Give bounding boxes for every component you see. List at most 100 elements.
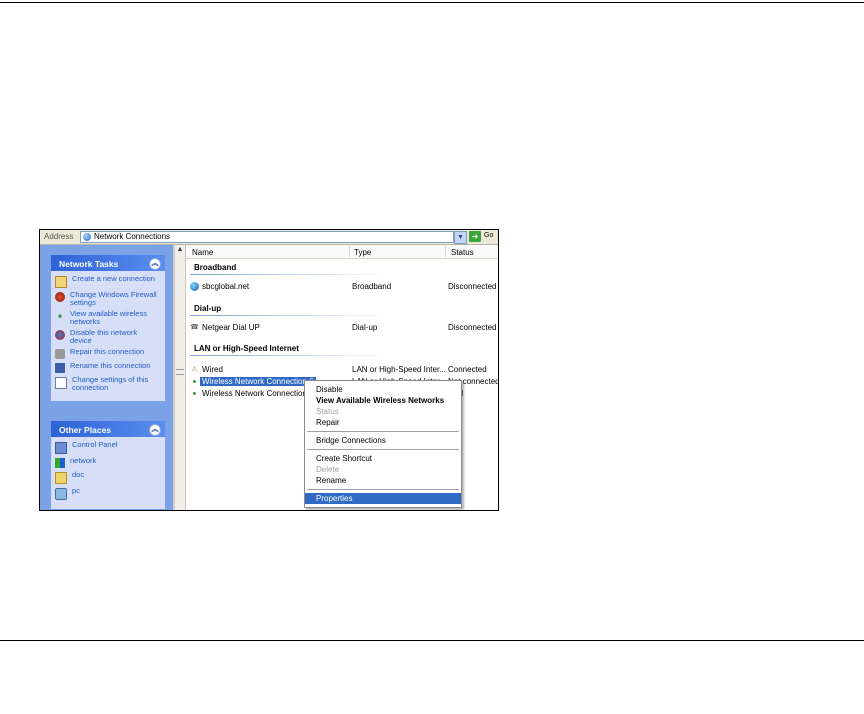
connection-row-sbcglobal[interactable]: sbcglobal.net Broadband Disconnected <box>186 281 498 292</box>
group-divider <box>190 274 390 275</box>
place-label: pc <box>72 486 80 495</box>
place-doc[interactable]: doc <box>55 471 161 484</box>
go-label[interactable]: Go <box>484 232 493 239</box>
task-repair-connection[interactable]: Repair this connection <box>55 348 161 359</box>
address-input[interactable]: Network Connections <box>80 231 454 243</box>
chevron-down-icon: ▼ <box>457 234 464 241</box>
go-arrow-icon: ➜ <box>471 232 479 241</box>
connection-type: Dial-up <box>352 323 378 332</box>
network-tasks-header[interactable]: Network Tasks ︽ <box>51 255 165 271</box>
connection-status: Disconnected <box>448 282 497 291</box>
menu-separator <box>307 489 459 490</box>
new-connection-icon <box>55 276 67 288</box>
go-button[interactable]: ➜ <box>469 231 481 242</box>
connection-row-netgear-dialup[interactable]: ☎ Netgear Dial UP Dial-up Disconnected <box>186 322 498 333</box>
top-rule <box>0 2 864 3</box>
place-network[interactable]: network <box>55 457 161 468</box>
address-bar: Address Network Connections ▼ ➜ Go <box>40 230 498 245</box>
settings-icon <box>55 377 67 389</box>
menu-item-label: Properties <box>316 494 353 503</box>
menu-item-properties[interactable]: Properties <box>305 493 461 504</box>
menu-item-repair[interactable]: Repair <box>305 417 461 428</box>
menu-separator <box>307 449 459 450</box>
connection-name: sbcglobal.net <box>202 282 250 291</box>
connection-name: Wireless Network Connection 6 <box>200 377 316 386</box>
network-tasks-panel: Network Tasks ︽ Create a new connection … <box>51 255 165 401</box>
group-broadband: Broadband <box>194 263 237 272</box>
group-divider <box>190 315 390 316</box>
network-connections-window: Address Network Connections ▼ ➜ Go Netwo… <box>39 229 499 511</box>
task-firewall-settings[interactable]: Change Windows Firewall settings <box>55 291 161 307</box>
network-places-icon <box>55 458 65 468</box>
connection-row-wired[interactable]: ⚠ Wired LAN or High-Speed Inter... Conne… <box>186 364 498 375</box>
address-label: Address <box>44 232 74 241</box>
menu-item-delete: Delete <box>305 464 461 475</box>
wireless-icon: ⦁ <box>192 378 197 385</box>
menu-item-label: Disable <box>316 385 343 394</box>
connection-name: Netgear Dial UP <box>202 323 260 332</box>
group-dialup: Dial-up <box>194 304 222 313</box>
repair-icon <box>55 349 65 359</box>
network-connections-icon <box>83 233 91 241</box>
place-control-panel[interactable]: Control Panel <box>55 441 161 454</box>
other-places-header[interactable]: Other Places ︽ <box>51 421 165 437</box>
task-label: Rename this connection <box>70 361 151 370</box>
chevron-up-icon[interactable]: ▲ <box>175 245 185 255</box>
task-label: Disable this network device <box>70 328 138 345</box>
menu-item-label: Delete <box>316 465 340 474</box>
other-places-title: Other Places <box>59 425 111 435</box>
connection-name: Wired <box>202 365 223 374</box>
menu-separator <box>307 431 459 432</box>
menu-item-label: Create Shortcut <box>316 454 373 463</box>
task-disable-device[interactable]: Disable this network device <box>55 329 161 345</box>
menu-item-disable[interactable]: Disable <box>305 384 461 395</box>
wired-icon: ⚠ <box>191 366 198 373</box>
place-pc[interactable]: pc <box>55 487 161 500</box>
task-label: Create a new connection <box>72 274 155 283</box>
connection-type: Broadband <box>352 282 392 291</box>
other-places-panel: Other Places ︽ Control Panel network doc <box>51 421 165 509</box>
menu-item-label: View Available Wireless Networks <box>316 396 445 405</box>
wireless-icon: ⦁ <box>58 311 62 320</box>
task-view-wireless[interactable]: ⦁ View available wireless networks <box>55 310 161 326</box>
task-label: View available wireless networks <box>70 309 147 326</box>
menu-item-rename[interactable]: Rename <box>305 475 461 486</box>
collapse-icon[interactable]: ︽ <box>149 258 161 270</box>
menu-item-label: Repair <box>316 418 340 427</box>
column-divider[interactable] <box>349 246 350 257</box>
task-rename-connection[interactable]: Rename this connection <box>55 362 161 373</box>
address-value: Network Connections <box>94 232 171 241</box>
address-dropdown-button[interactable]: ▼ <box>454 231 467 244</box>
column-type[interactable]: Type <box>354 248 371 257</box>
task-label: Change Windows Firewall settings <box>70 290 157 307</box>
place-label: doc <box>72 470 85 479</box>
column-name[interactable]: Name <box>192 248 213 257</box>
firewall-icon <box>55 292 65 302</box>
folder-icon <box>55 472 67 484</box>
collapse-icon[interactable]: ︽ <box>149 424 161 436</box>
task-change-settings[interactable]: Change settings of this connection <box>55 376 161 392</box>
column-status[interactable]: Status <box>451 248 474 257</box>
task-pane: Network Tasks ︽ Create a new connection … <box>40 245 173 510</box>
connection-type: LAN or High-Speed Inter... <box>352 365 446 374</box>
scroll-grip[interactable] <box>176 369 184 375</box>
menu-item-create-shortcut[interactable]: Create Shortcut <box>305 453 461 464</box>
menu-item-bridge[interactable]: Bridge Connections <box>305 435 461 446</box>
menu-item-label: Bridge Connections <box>316 436 386 445</box>
dialup-icon: ☎ <box>190 324 199 331</box>
connection-status: Connected <box>448 365 487 374</box>
menu-item-status: Status <box>305 406 461 417</box>
connection-status: Disconnected <box>448 323 497 332</box>
network-tasks-title: Network Tasks <box>59 259 119 269</box>
task-create-connection[interactable]: Create a new connection <box>55 275 161 288</box>
place-label: Control Panel <box>72 440 118 449</box>
column-divider[interactable] <box>445 246 446 257</box>
connection-name: Wireless Network Connection <box>202 389 307 398</box>
globe-icon <box>190 282 199 291</box>
menu-item-label: Status <box>316 407 339 416</box>
vertical-scrollbar[interactable]: ▲ <box>175 245 186 510</box>
context-menu: Disable View Available Wireless Networks… <box>304 380 462 508</box>
rename-icon <box>55 363 65 373</box>
task-label: Change settings of this connection <box>72 375 149 392</box>
menu-item-view-wireless[interactable]: View Available Wireless Networks <box>305 395 461 406</box>
